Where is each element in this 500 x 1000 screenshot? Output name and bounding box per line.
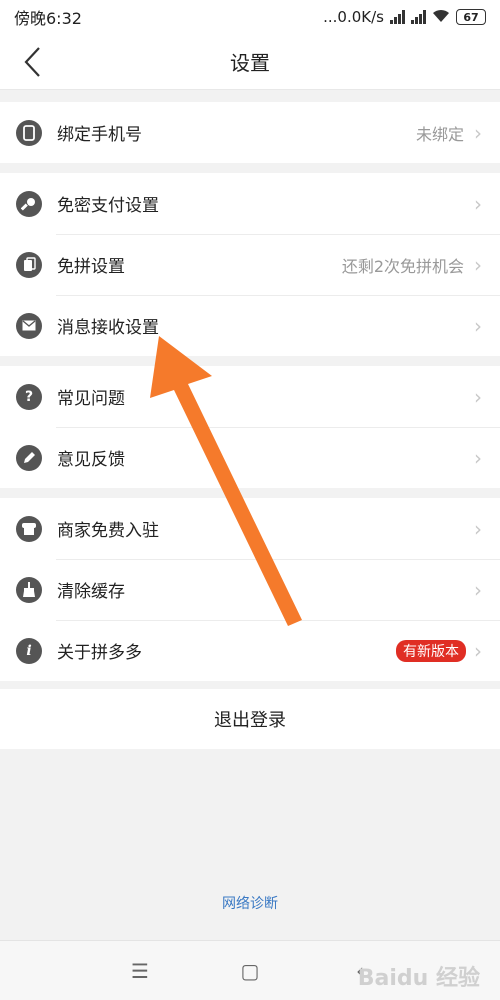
chevron-right-icon: › [474,577,482,602]
signal-icon-2 [411,10,426,24]
broom-icon [16,576,42,603]
row-label: 常见问题 [57,389,125,409]
row-value: 未绑定 [415,124,464,144]
chevron-right-icon: › [474,445,482,470]
row-label: 关于拼多多 [57,643,142,663]
chevron-right-icon: › [474,516,482,541]
question-icon: ? [16,383,42,410]
chevron-right-icon: › [474,252,482,277]
row-group-free[interactable]: 免拼设置 还剩2次免拼机会 › [0,234,500,295]
store-icon [16,515,42,542]
settings-group-4: 商家免费入驻 › 清除缓存 › i 关于拼多多 有新版本 › [0,498,500,681]
row-clear-cache[interactable]: 清除缓存 › [0,559,500,620]
row-merchant-join[interactable]: 商家免费入驻 › [0,498,500,559]
chevron-right-icon: › [474,384,482,409]
mail-icon [16,312,42,339]
row-label: 免密支付设置 [57,196,159,216]
signal-icon [390,10,405,24]
logout-button[interactable]: 退出登录 [0,689,500,749]
row-about[interactable]: i 关于拼多多 有新版本 › [0,620,500,681]
row-faq[interactable]: ? 常见问题 › [0,366,500,427]
row-password-free-pay[interactable]: 免密支付设置 › [0,173,500,234]
status-time: 傍晚6:32 [14,9,82,28]
status-bar: 傍晚6:32 ...0.0K/s 67 [0,0,500,34]
row-value: 还剩2次免拼机会 [341,256,464,276]
chevron-right-icon: › [474,313,482,338]
row-label: 绑定手机号 [57,125,142,145]
battery-icon: 67 [456,9,486,25]
row-bind-phone[interactable]: 绑定手机号 未绑定 › [0,102,500,163]
new-version-badge: 有新版本 [396,639,466,662]
status-indicators: ...0.0K/s 67 [323,8,486,27]
phone-icon [16,119,42,146]
settings-group-2: 免密支付设置 › 免拼设置 还剩2次免拼机会 › 消息接收设置 › [0,173,500,356]
row-label: 免拼设置 [57,257,125,277]
info-icon: i [16,637,42,664]
chevron-right-icon: › [474,191,482,216]
row-label: 商家免费入驻 [57,521,159,541]
settings-group-1: 绑定手机号 未绑定 › [0,102,500,163]
row-feedback[interactable]: 意见反馈 › [0,427,500,488]
row-label: 清除缓存 [57,582,125,602]
page-title: 设置 [230,51,270,75]
key-icon [16,190,42,217]
chevron-right-icon: › [474,638,482,663]
home-icon[interactable]: ▢ [235,959,265,983]
chevron-right-icon: › [474,120,482,145]
cards-icon [16,251,42,278]
watermark: Baidu 经验 [357,966,480,991]
network-speed: ...0.0K/s [323,8,384,26]
menu-icon[interactable]: ☰ [125,959,155,983]
settings-group-3: ? 常见问题 › 意见反馈 › [0,366,500,488]
wifi-icon [432,8,450,27]
network-diagnose-link[interactable]: 网络诊断 [0,893,500,913]
nav-bar: 设置 [0,34,500,90]
row-label: 意见反馈 [57,450,125,470]
back-button[interactable] [12,42,52,82]
row-label: 消息接收设置 [57,318,159,338]
pencil-icon [16,444,42,471]
row-message-settings[interactable]: 消息接收设置 › [0,295,500,356]
chevron-left-icon [24,47,40,77]
